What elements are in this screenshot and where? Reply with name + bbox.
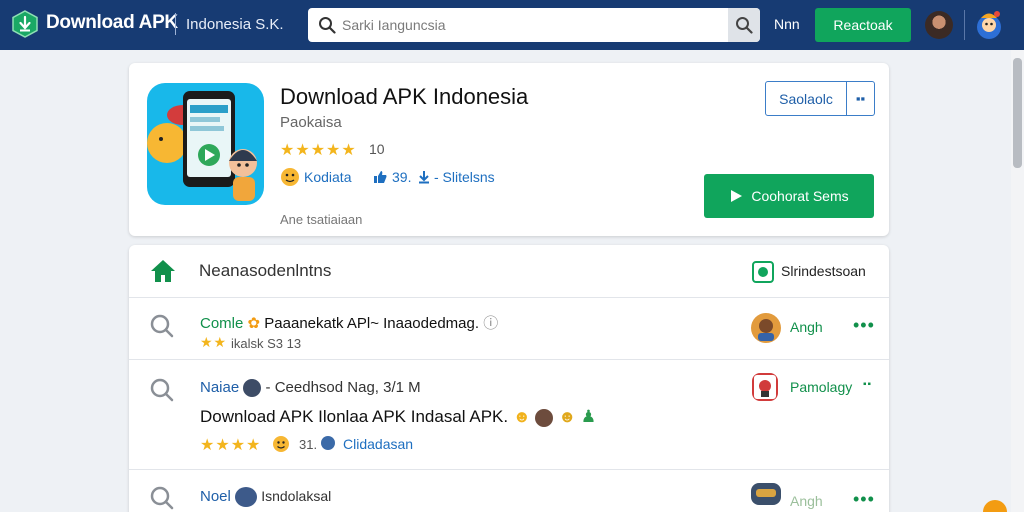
search-icon [150,378,174,402]
list-item-title[interactable]: Noel Isndolaksal [200,487,331,507]
search-icon [150,314,174,338]
list-item-link[interactable]: Clidadasan [343,436,413,452]
avatar-icon [243,379,262,398]
list-item-subtext: 31. [299,437,318,452]
split-button: Saolaolc ▪▪ [765,81,875,116]
subscribe-icon[interactable] [752,261,774,283]
app-icon [147,83,264,205]
app-thumbnail-icon [752,373,778,401]
nav-primary-button[interactable]: Reactoak [815,8,911,42]
list-item-stars: ★★★★ [200,437,262,454]
meta-category[interactable]: Kodiata [304,169,351,185]
list-item[interactable]: Comle ✿ Paaanekatk APl~ Inaaodedmag. ⓘ ★… [129,299,889,360]
app-note: Ane tsatiaiaan [280,212,363,227]
list-item-title-tag: Comle [200,315,244,332]
list-item-title[interactable]: Naiae - Ceedhsod Nag, 3/1 M [200,379,421,398]
emoji-face-icon [281,168,299,186]
list-item-action[interactable]: Pamolagy [790,379,852,395]
app-developer[interactable]: Paokaisa [280,114,342,131]
list-item-stars: ★★ [200,334,228,350]
app-icon-illustration [147,91,257,201]
meta-downloads: - Slitelsns [434,169,495,185]
subscribe-label[interactable]: Slrindestsoan [781,263,866,279]
mascot-icon[interactable] [975,9,1003,41]
more-options-icon[interactable]: ••• [853,315,875,336]
play-icon [731,190,743,202]
list-item[interactable]: Naiae - Ceedhsod Nag, 3/1 M Download APK… [129,361,889,470]
app-title: Download APK Indonesia [280,84,529,109]
rating-value: 10 [369,141,385,157]
list-item[interactable]: Noel Isndolaksal Angh ••• [129,471,889,512]
list-item-title-text: Noel [200,487,231,505]
search-icon [736,17,753,34]
emoji-face-icon [273,436,289,452]
chat-bubble-icon[interactable] [983,500,1007,512]
user-avatar[interactable] [925,11,953,39]
search-bar [308,8,760,42]
brand-name[interactable]: Download APK [46,12,178,34]
info-icon: ⓘ [483,315,499,332]
list-item-description-text: Download APK Ilonlaa APK Indasal APK. [200,407,509,426]
search-icon [319,17,336,34]
download-icon [419,171,429,184]
nav-link[interactable]: Nnn [774,16,800,32]
meta-likes: 39. [392,169,412,185]
sticker-icon: ♟ [580,407,597,426]
avatar-icon [235,487,258,507]
sticker-icon: ☻ [558,407,577,426]
search-button[interactable] [728,8,760,42]
list-item-title-text: Naiae [200,379,240,396]
avatar-icon [535,408,554,427]
flower-icon: ✿ [247,315,261,332]
list-item-action[interactable]: Angh [790,319,823,335]
split-button-label[interactable]: Saolaolc [766,82,846,115]
globe-icon [321,436,335,450]
nav-divider [964,10,965,40]
search-icon [150,486,174,510]
split-button-menu[interactable]: ▪▪ [846,82,874,115]
list-title: Neanasodenlntns [199,261,332,280]
page-scrollbar-thumb[interactable] [1013,58,1022,168]
list-item-description: Download APK Ilonlaa APK Indasal APK. ☻ … [200,407,596,427]
brand-subtitle: Indonesia S.K. [186,16,284,33]
sticker-icon: ☻ [512,407,531,426]
list-item-title-text: Paaanekatk APl~ Inaaodedmag. [264,315,480,332]
logo-icon[interactable] [12,10,38,38]
app-thumbnail-icon [751,483,781,505]
top-navbar: Download APK Indonesia S.K. Nnn Reactoak [0,0,1024,50]
rating-stars: ★★★★★ [280,142,357,159]
search-input[interactable] [342,8,722,42]
list-item-title[interactable]: Comle ✿ Paaanekatk APl~ Inaaodedmag. ⓘ [200,312,498,333]
list-header: Neanasodenlntns Slrindestsoan [129,245,889,298]
app-thumbnail-icon [751,313,781,343]
app-header-card: Download APK Indonesia Paokaisa ★★★★★ 10… [129,63,889,236]
download-button[interactable]: Coohorat Sems [704,174,874,218]
thumbs-up-icon [374,171,387,183]
list-item-title-suffix: Isndolaksal [261,487,332,504]
more-options-icon[interactable]: ▪▪ [863,379,872,390]
list-item-title-suffix: - Ceedhsod Nag, 3/1 M [265,379,421,396]
list-item-action[interactable]: Angh [790,493,823,509]
home-icon[interactable] [149,258,177,284]
list-item-subtext: ikalsk S3 13 [231,336,302,351]
more-options-icon[interactable]: ••• [853,489,875,510]
app-list-card: Neanasodenlntns Slrindestsoan Comle ✿ Pa… [129,245,889,512]
download-button-label: Coohorat Sems [751,188,849,204]
brand-divider [175,13,176,35]
